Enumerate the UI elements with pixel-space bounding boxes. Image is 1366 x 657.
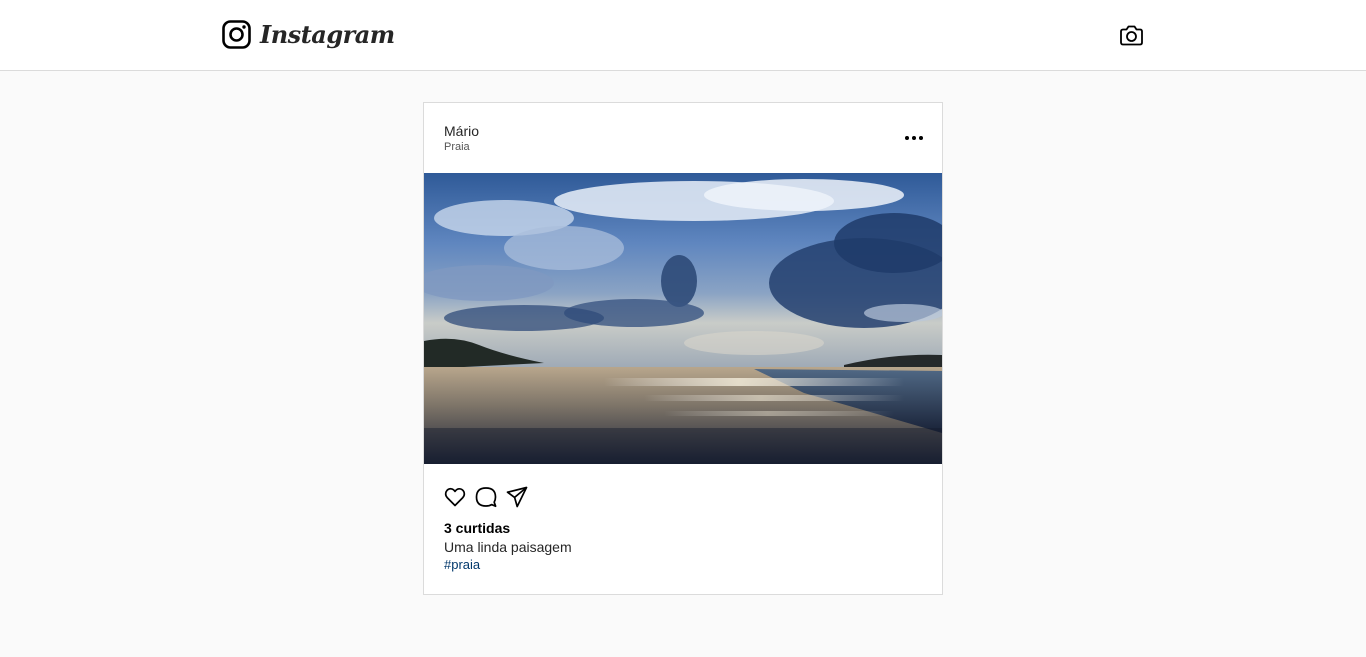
post-location[interactable]: Praia <box>444 141 470 153</box>
paper-plane-icon[interactable] <box>506 486 528 508</box>
beach-photo[interactable] <box>424 173 942 464</box>
more-options-icon[interactable] <box>904 132 924 144</box>
heart-icon[interactable] <box>444 486 466 508</box>
brand-wordmark: Instagram <box>260 19 395 49</box>
likes-count[interactable]: 3 curtidas <box>444 520 510 536</box>
instagram-glyph-icon <box>222 19 251 49</box>
post-card: Mário Praia 3 curtidas Uma linda paisage… <box>423 102 943 595</box>
post-actions <box>444 486 537 508</box>
post-username[interactable]: Mário <box>444 123 479 139</box>
top-navbar: Instagram <box>0 0 1366 71</box>
post-hashtag[interactable]: #praia <box>444 557 480 572</box>
camera-icon[interactable] <box>1119 24 1144 47</box>
post-caption: Uma linda paisagem <box>444 539 572 555</box>
post-header: Mário Praia <box>424 103 942 173</box>
comment-icon[interactable] <box>475 486 497 508</box>
instagram-logo[interactable]: Instagram <box>222 18 395 50</box>
